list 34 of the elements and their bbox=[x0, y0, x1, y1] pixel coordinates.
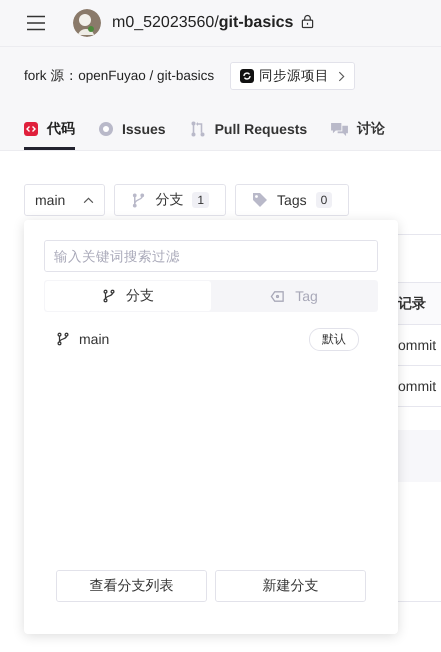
branches-button[interactable]: 分支 1 bbox=[114, 184, 226, 216]
circle-dot-icon bbox=[99, 122, 113, 136]
action-button[interactable]: 查看分支列表 bbox=[56, 570, 207, 602]
count-badge: 1 bbox=[192, 192, 210, 208]
column-header: 记录 bbox=[398, 294, 427, 312]
sync-icon bbox=[240, 69, 254, 83]
branch-icon bbox=[56, 332, 70, 346]
pull-request-icon bbox=[190, 121, 206, 137]
nav-tab[interactable]: Issues bbox=[99, 111, 166, 150]
chevron-right-icon bbox=[338, 70, 346, 82]
nav-tab[interactable]: Pull Requests bbox=[190, 111, 308, 150]
sync-button[interactable]: 同步源项目 bbox=[230, 62, 356, 90]
chat-bubbles-icon bbox=[331, 122, 348, 136]
branch-icon bbox=[131, 192, 146, 208]
branch-icon bbox=[102, 289, 116, 303]
caret-up-icon bbox=[83, 196, 94, 204]
branch-select[interactable]: main bbox=[24, 184, 106, 216]
nav-tab[interactable]: 讨论 bbox=[331, 111, 386, 150]
menu-icon[interactable] bbox=[26, 15, 46, 31]
default-badge: 默认 bbox=[309, 328, 359, 350]
branch-item[interactable]: main 默认 bbox=[56, 324, 368, 354]
count-badge: 0 bbox=[316, 192, 332, 208]
action-button[interactable]: 新建分支 bbox=[215, 570, 366, 602]
tag-icon bbox=[270, 288, 286, 304]
avatar-icon[interactable] bbox=[73, 9, 101, 37]
code-icon bbox=[24, 122, 38, 136]
tags-button[interactable]: Tags 0 bbox=[235, 184, 350, 216]
segment-tab[interactable]: 分支 bbox=[45, 281, 211, 311]
repo-title[interactable]: m0_52023560/git-basics bbox=[112, 14, 294, 32]
table-cell-text: ommit bbox=[398, 378, 438, 394]
fork-source-text: fork 源：openFuyao / git-basics bbox=[24, 67, 214, 85]
table-cell-text: ommit bbox=[398, 337, 438, 353]
search-field[interactable]: 输入关键词搜索过滤 bbox=[44, 240, 378, 272]
tag-icon bbox=[252, 192, 268, 208]
